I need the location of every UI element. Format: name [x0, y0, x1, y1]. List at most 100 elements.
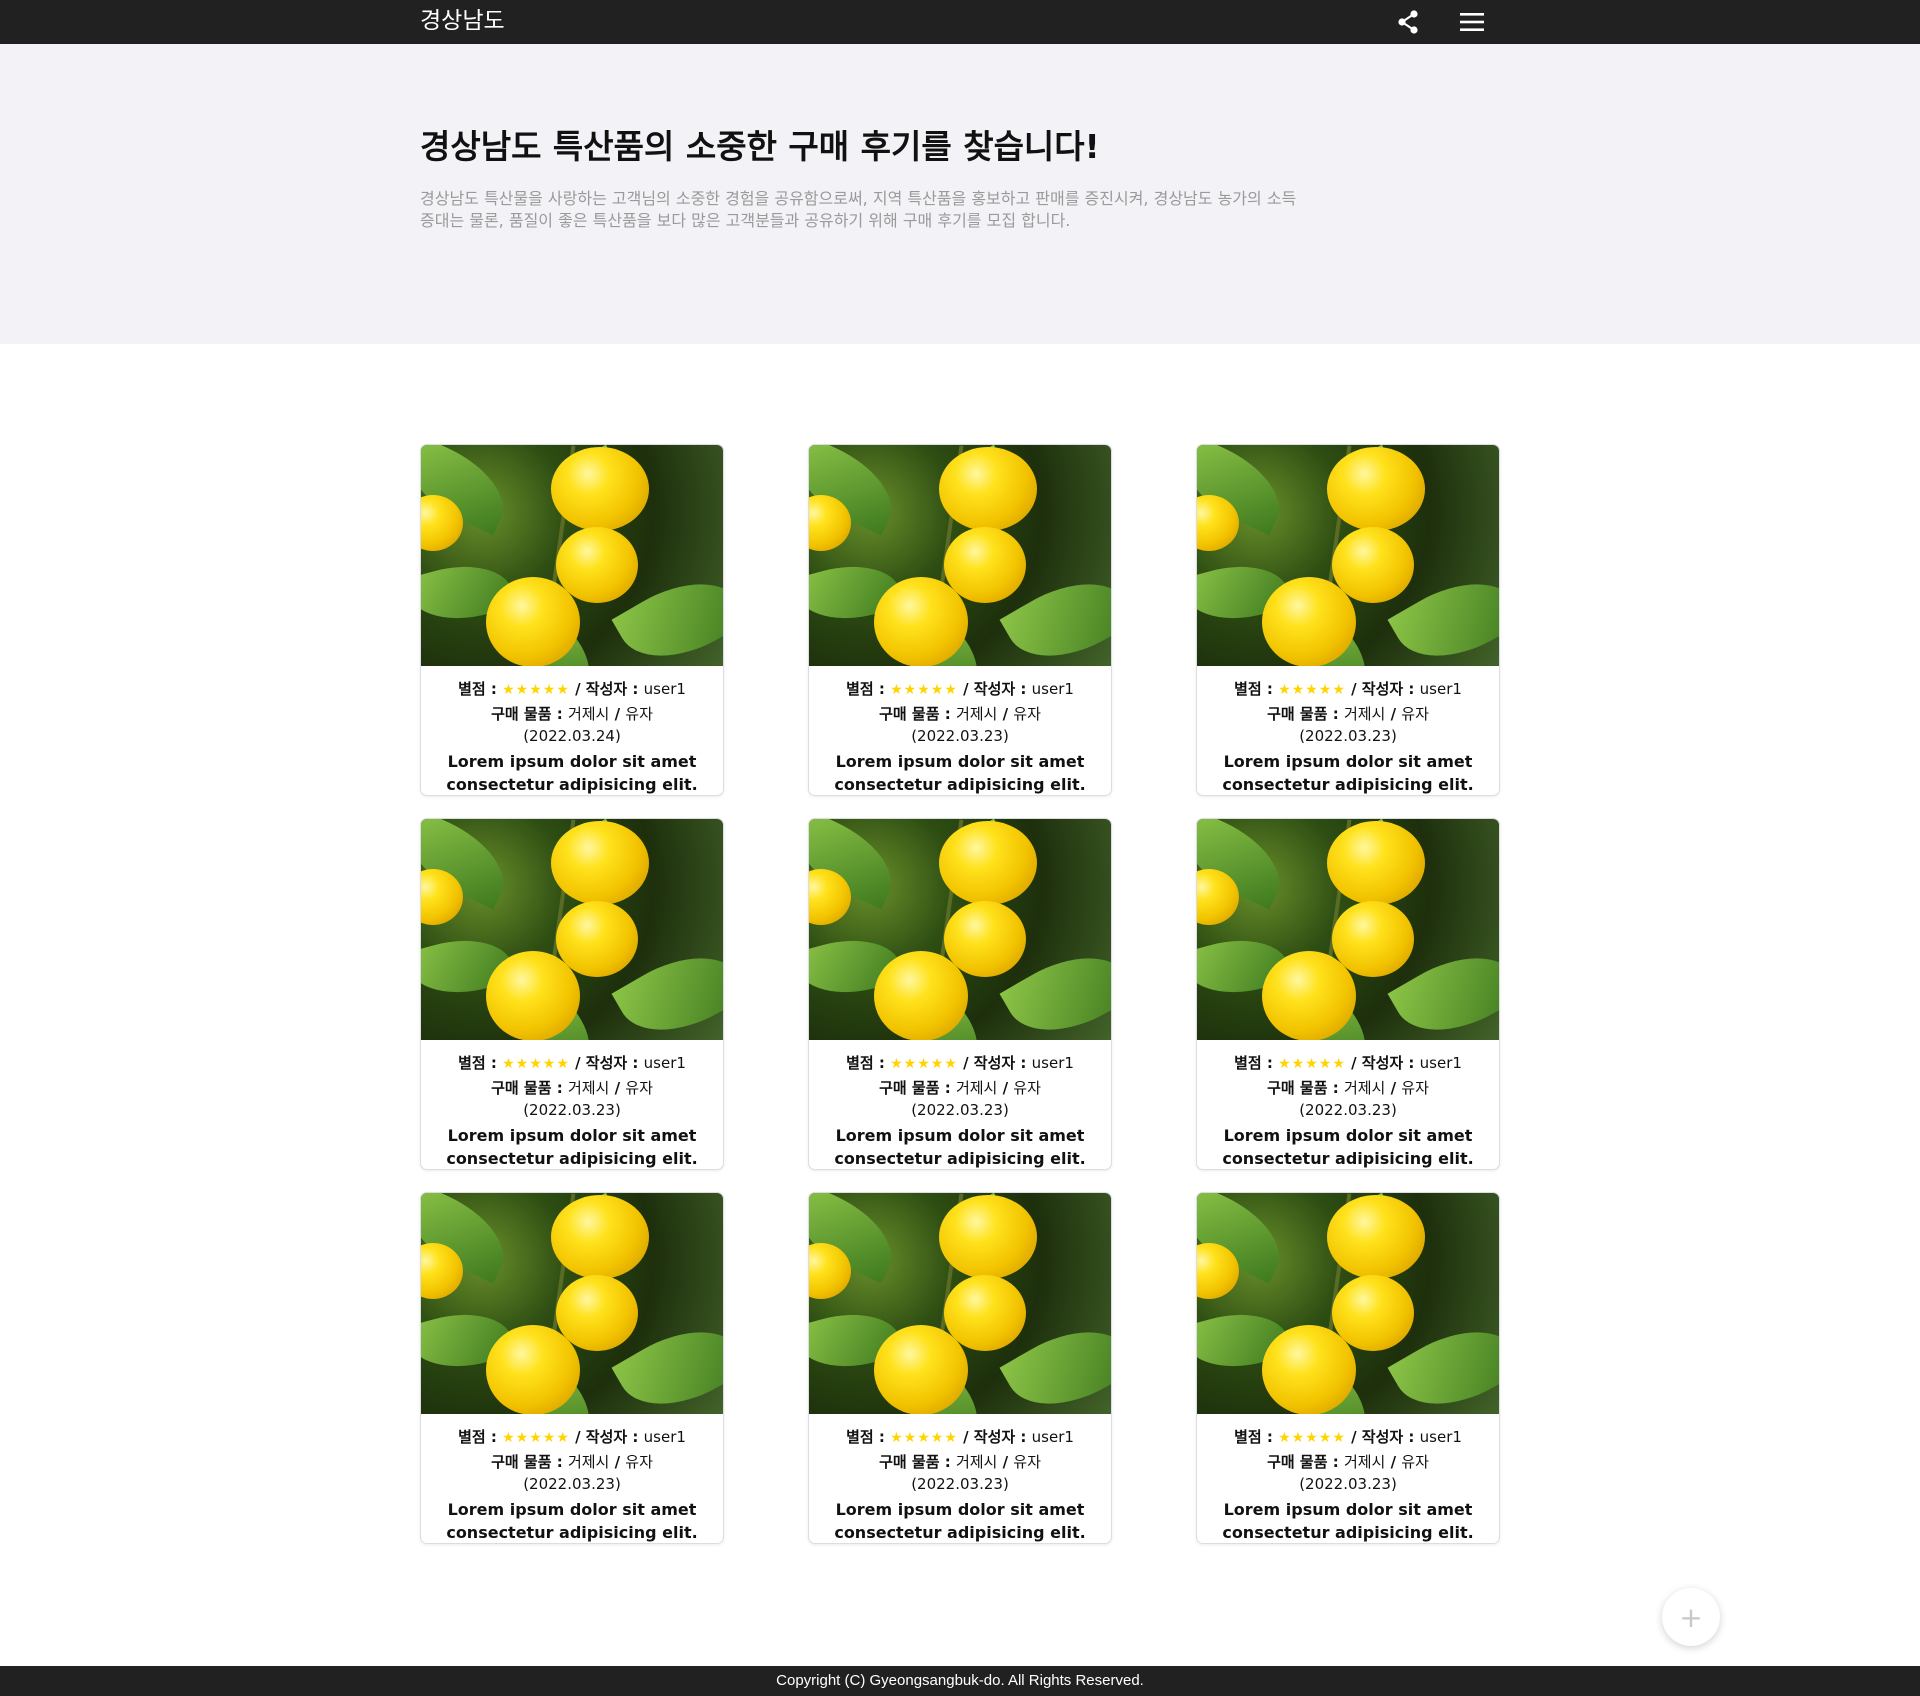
author-label: / 작성자 :: [569, 680, 644, 698]
review-summary: Lorem ipsum dolor sit amet consectetur a…: [446, 752, 698, 794]
review-card[interactable]: 별점 : ★★★★★ / 작성자 : user1 구매 물품 : 거제시 / 유…: [1196, 444, 1500, 796]
author-label: / 작성자 :: [957, 1428, 1032, 1446]
product-separator: /: [609, 1453, 626, 1471]
review-info: 별점 : ★★★★★ / 작성자 : user1 구매 물품 : 거제시 / 유…: [1197, 1414, 1499, 1543]
yuzu-photo: [1197, 819, 1499, 1040]
rating-label: 별점 :: [458, 680, 503, 698]
product-region: 거제시: [567, 1079, 610, 1097]
product-label: 구매 물품 :: [1267, 1453, 1344, 1471]
product-label: 구매 물품 :: [491, 705, 568, 723]
product-label: 구매 물품 :: [491, 1453, 568, 1471]
review-card[interactable]: 별점 : ★★★★★ / 작성자 : user1 구매 물품 : 거제시 / 유…: [420, 444, 724, 796]
rating-author-line: 별점 : ★★★★★ / 작성자 : user1: [809, 1051, 1111, 1076]
product-region: 거제시: [567, 705, 610, 723]
product-label: 구매 물품 :: [879, 1453, 956, 1471]
yuzu-photo: [1197, 445, 1499, 666]
author-name: user1: [1419, 1428, 1462, 1446]
author-name: user1: [1031, 1428, 1074, 1446]
rating-label: 별점 :: [846, 680, 891, 698]
product-region: 거제시: [1343, 1079, 1386, 1097]
review-date: (2022.03.23): [911, 1475, 1009, 1493]
product-item: 유자: [1401, 705, 1429, 723]
product-separator: /: [609, 705, 626, 723]
review-summary: Lorem ipsum dolor sit amet consectetur a…: [1222, 1500, 1474, 1542]
review-card[interactable]: 별점 : ★★★★★ / 작성자 : user1 구매 물품 : 거제시 / 유…: [1196, 1192, 1500, 1544]
product-line: 구매 물품 : 거제시 / 유자: [809, 1450, 1111, 1474]
rating-label: 별점 :: [1234, 1428, 1279, 1446]
product-label: 구매 물품 :: [1267, 705, 1344, 723]
star-rating: ★★★★★: [502, 1430, 570, 1446]
rating-author-line: 별점 : ★★★★★ / 작성자 : user1: [809, 1425, 1111, 1450]
review-card[interactable]: 별점 : ★★★★★ / 작성자 : user1 구매 물품 : 거제시 / 유…: [420, 818, 724, 1170]
plus-icon: +: [1679, 1600, 1703, 1634]
add-review-button[interactable]: +: [1662, 1588, 1720, 1646]
review-date: (2022.03.23): [1299, 727, 1397, 745]
product-line: 구매 물품 : 거제시 / 유자: [809, 702, 1111, 726]
product-separator: /: [1385, 1079, 1402, 1097]
yuzu-photo: [809, 819, 1111, 1040]
review-card[interactable]: 별점 : ★★★★★ / 작성자 : user1 구매 물품 : 거제시 / 유…: [1196, 818, 1500, 1170]
author-name: user1: [1419, 1054, 1462, 1072]
rating-author-line: 별점 : ★★★★★ / 작성자 : user1: [421, 1425, 723, 1450]
rating-label: 별점 :: [1234, 1054, 1279, 1072]
navbar-actions: [1394, 8, 1486, 36]
rating-author-line: 별점 : ★★★★★ / 작성자 : user1: [1197, 1051, 1499, 1076]
review-date: (2022.03.24): [523, 727, 621, 745]
product-item: 유자: [625, 1079, 653, 1097]
share-icon[interactable]: [1394, 8, 1422, 36]
product-separator: /: [1385, 705, 1402, 723]
review-summary: Lorem ipsum dolor sit amet consectetur a…: [1222, 752, 1474, 794]
review-info: 별점 : ★★★★★ / 작성자 : user1 구매 물품 : 거제시 / 유…: [1197, 1040, 1499, 1169]
review-summary: Lorem ipsum dolor sit amet consectetur a…: [834, 752, 1086, 794]
product-label: 구매 물품 :: [1267, 1079, 1344, 1097]
copyright-text: Copyright (C) Gyeongsangbuk-do. All Righ…: [776, 1672, 1144, 1689]
review-card[interactable]: 별점 : ★★★★★ / 작성자 : user1 구매 물품 : 거제시 / 유…: [808, 444, 1112, 796]
rating-label: 별점 :: [458, 1428, 503, 1446]
product-region: 거제시: [1343, 1453, 1386, 1471]
review-card[interactable]: 별점 : ★★★★★ / 작성자 : user1 구매 물품 : 거제시 / 유…: [808, 818, 1112, 1170]
product-item: 유자: [1013, 1453, 1041, 1471]
author-label: / 작성자 :: [569, 1428, 644, 1446]
review-card[interactable]: 별점 : ★★★★★ / 작성자 : user1 구매 물품 : 거제시 / 유…: [420, 1192, 724, 1544]
star-rating: ★★★★★: [502, 1056, 570, 1072]
menu-icon[interactable]: [1458, 8, 1486, 36]
review-info: 별점 : ★★★★★ / 작성자 : user1 구매 물품 : 거제시 / 유…: [421, 1040, 723, 1169]
review-date: (2022.03.23): [523, 1475, 621, 1493]
product-item: 유자: [625, 1453, 653, 1471]
product-separator: /: [1385, 1453, 1402, 1471]
product-separator: /: [609, 1079, 626, 1097]
product-line: 구매 물품 : 거제시 / 유자: [1197, 702, 1499, 726]
product-item: 유자: [1013, 1079, 1041, 1097]
author-name: user1: [643, 1054, 686, 1072]
product-region: 거제시: [1343, 705, 1386, 723]
author-label: / 작성자 :: [957, 680, 1032, 698]
brand-title[interactable]: 경상남도: [420, 6, 505, 36]
yuzu-photo: [421, 1193, 723, 1414]
star-rating: ★★★★★: [502, 682, 570, 698]
product-line: 구매 물품 : 거제시 / 유자: [1197, 1450, 1499, 1474]
product-line: 구매 물품 : 거제시 / 유자: [1197, 1076, 1499, 1100]
rating-author-line: 별점 : ★★★★★ / 작성자 : user1: [421, 1051, 723, 1076]
author-name: user1: [1031, 1054, 1074, 1072]
author-name: user1: [1031, 680, 1074, 698]
review-info: 별점 : ★★★★★ / 작성자 : user1 구매 물품 : 거제시 / 유…: [809, 1040, 1111, 1169]
yuzu-photo: [1197, 1193, 1499, 1414]
review-summary: Lorem ipsum dolor sit amet consectetur a…: [834, 1500, 1086, 1542]
review-date: (2022.03.23): [1299, 1101, 1397, 1119]
review-summary: Lorem ipsum dolor sit amet consectetur a…: [1222, 1126, 1474, 1168]
review-info: 별점 : ★★★★★ / 작성자 : user1 구매 물품 : 거제시 / 유…: [1197, 666, 1499, 795]
product-region: 거제시: [955, 1453, 998, 1471]
hero-description: 경상남도 특산물을 사랑하는 고객님의 소중한 경험을 공유함으로써, 지역 특…: [420, 189, 1297, 230]
author-label: / 작성자 :: [957, 1054, 1032, 1072]
star-rating: ★★★★★: [1278, 1430, 1346, 1446]
product-separator: /: [997, 705, 1014, 723]
review-date: (2022.03.23): [911, 727, 1009, 745]
review-summary: Lorem ipsum dolor sit amet consectetur a…: [834, 1126, 1086, 1168]
top-navbar: 경상남도: [0, 0, 1920, 44]
review-card[interactable]: 별점 : ★★★★★ / 작성자 : user1 구매 물품 : 거제시 / 유…: [808, 1192, 1112, 1544]
rating-author-line: 별점 : ★★★★★ / 작성자 : user1: [421, 677, 723, 702]
hero-section: 경상남도 특산품의 소중한 구매 후기를 찾습니다! 경상남도 특산물을 사랑하…: [0, 44, 1920, 344]
product-item: 유자: [625, 705, 653, 723]
product-line: 구매 물품 : 거제시 / 유자: [421, 702, 723, 726]
review-summary: Lorem ipsum dolor sit amet consectetur a…: [446, 1126, 698, 1168]
